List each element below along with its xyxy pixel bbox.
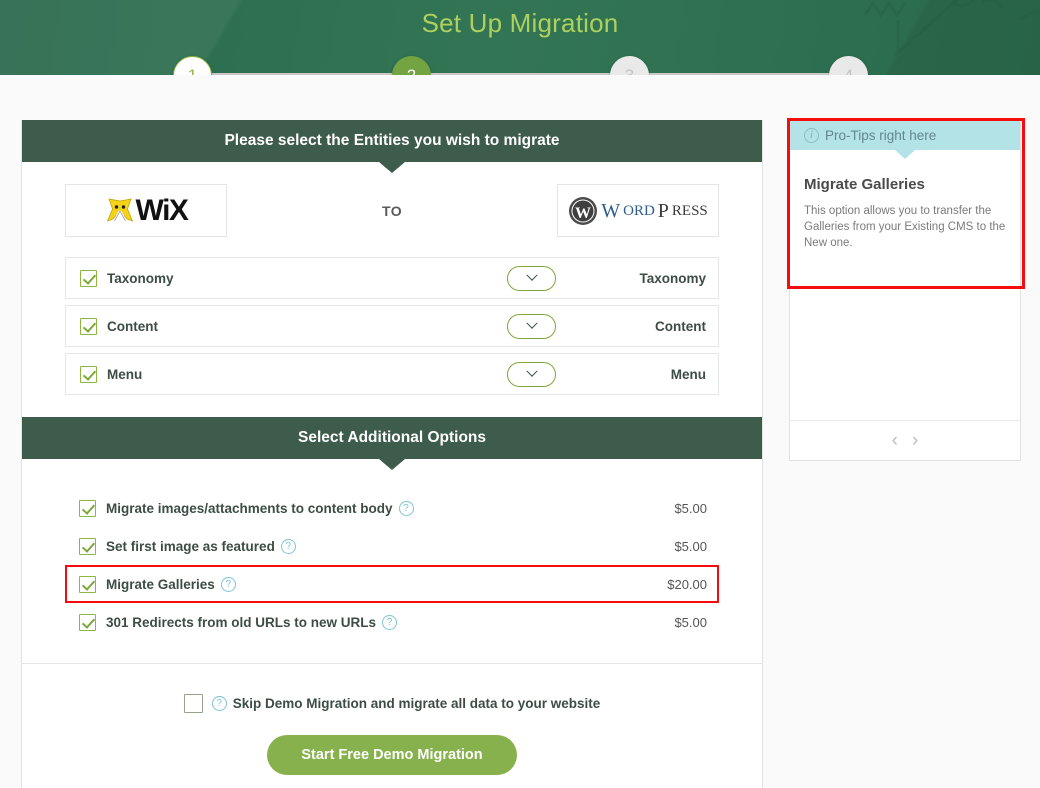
question-mark-icon[interactable]: ? [382,614,398,630]
entity-source-label: Content [107,318,158,334]
start-free-demo-migration-button[interactable]: Start Free Demo Migration [267,735,517,775]
option-label: Migrate Galleries [106,576,215,592]
pro-tips-card: i Pro-Tips right here Migrate Galleries … [787,118,1025,461]
pro-tips-header: i Pro-Tips right here [790,121,1020,150]
skip-demo-label: Skip Demo Migration and migrate all data… [232,696,601,711]
chevron-right-icon[interactable]: › [912,431,918,450]
to-label: TO [382,202,402,219]
entity-source-label: Taxonomy [107,270,174,286]
step-1[interactable]: 1 [173,56,212,75]
wordpress-wordmark-p: P [657,199,669,222]
question-mark-icon[interactable]: ? [398,500,414,516]
option-price: $5.00 [674,614,707,630]
pro-tips-title: Migrate Galleries [804,176,925,193]
wix-wordmark: WiX [135,193,189,227]
wix-mascot-icon [106,198,133,222]
svg-text:W: W [575,205,591,222]
entity-target-label: Menu [670,366,706,382]
entity-dropdown-menu[interactable] [507,361,556,387]
option-price: $20.00 [667,576,707,592]
info-icon: i [804,128,819,143]
page-title: Set Up Migration [421,8,619,38]
step-progress-line [193,73,848,75]
option-label: Set first image as featured [106,538,275,554]
entity-row-content[interactable]: Content Content [65,305,719,347]
question-mark-icon[interactable]: ? [280,538,296,554]
option-checkbox-migrate-images[interactable] [79,499,96,517]
entity-target-label: Taxonomy [639,270,706,286]
wix-logo: WiX [105,193,189,227]
step-2[interactable]: 2 [392,56,431,75]
pro-tips-body: Migrate Galleries This option allows you… [790,150,1020,420]
entity-row-taxonomy[interactable]: Taxonomy Taxonomy [65,257,719,299]
page-header: Set Up Migration 1 2 3 4 [0,0,1040,75]
entity-list: Taxonomy Taxonomy Content Content Menu M… [22,257,762,417]
chevron-down-icon [525,365,538,377]
entities-section-header: Please select the Entities you wish to m… [22,120,762,162]
entity-dropdown-content[interactable] [507,313,556,339]
chevron-down-icon [525,269,538,281]
option-label: 301 Redirects from old URLs to new URLs [106,614,377,630]
target-platform-logo-box: W W ORD P RESS [557,184,719,237]
step-4[interactable]: 4 [829,56,868,75]
pro-tips-text: This option allows you to transfer the G… [804,205,1006,249]
option-price: $5.00 [674,538,707,554]
entity-checkbox-content[interactable] [80,317,97,335]
platform-logos-row: WiX TO W W ORD P RESS [22,162,762,257]
question-mark-icon[interactable]: ? [211,696,227,711]
wordpress-wordmark-w: W [601,199,621,222]
cta-row: Start Free Demo Migration [22,713,762,788]
option-row-first-image-featured[interactable]: Set first image as featured ? $5.00 [65,527,719,565]
pro-tips-header-label: Pro-Tips right here [825,128,937,143]
wordpress-wordmark-ord: ORD [623,202,655,219]
entity-row-menu[interactable]: Menu Menu [65,353,719,395]
entity-target-label: Content [655,318,706,334]
option-checkbox-301-redirects[interactable] [79,613,96,631]
migration-setup-card: Please select the Entities you wish to m… [21,120,763,788]
option-label: Migrate images/attachments to content bo… [106,500,393,516]
wordpress-logo: W W ORD P RESS [568,196,708,226]
step-3[interactable]: 3 [610,56,649,75]
skip-demo-checkbox[interactable] [183,694,203,713]
question-mark-icon[interactable]: ? [220,576,236,592]
options-section-header: Select Additional Options [22,417,762,459]
pro-tips-sidebar: i Pro-Tips right here Migrate Galleries … [787,118,1025,461]
chevron-down-icon [525,317,538,329]
option-price: $5.00 [674,500,707,516]
option-row-301-redirects[interactable]: 301 Redirects from old URLs to new URLs … [65,603,719,641]
options-list: Migrate images/attachments to content bo… [22,459,762,655]
option-row-migrate-images[interactable]: Migrate images/attachments to content bo… [65,489,719,527]
wordpress-mark-icon: W [569,196,598,225]
step-indicator: 1 2 3 4 [0,56,1040,75]
wordpress-wordmark-ress: RESS [671,202,708,219]
option-checkbox-migrate-galleries[interactable] [79,575,96,593]
entity-source-label: Menu [107,366,143,382]
option-checkbox-first-image-featured[interactable] [79,537,96,555]
entity-checkbox-menu[interactable] [80,365,97,383]
entity-checkbox-taxonomy[interactable] [80,269,97,287]
entity-dropdown-taxonomy[interactable] [507,265,556,291]
page-body: Please select the Entities you wish to m… [0,75,1040,788]
skip-demo-row: ? Skip Demo Migration and migrate all da… [22,664,762,713]
pro-tips-navigation: ‹ › [790,420,1020,460]
option-row-migrate-galleries[interactable]: Migrate Galleries ? $20.00 [65,565,719,603]
chevron-left-icon[interactable]: ‹ [892,431,898,450]
source-platform-logo-box: WiX [65,184,227,237]
